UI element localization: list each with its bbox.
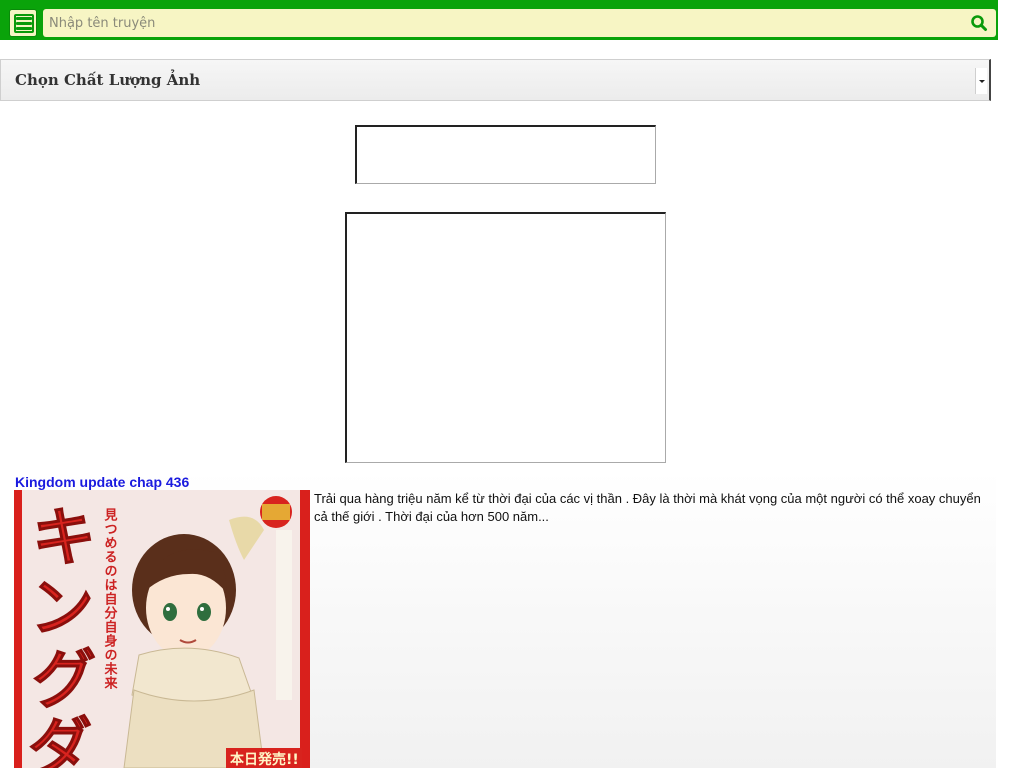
ad-placeholder-small bbox=[355, 125, 656, 184]
menu-button[interactable] bbox=[9, 9, 37, 37]
search-input[interactable] bbox=[43, 9, 963, 37]
cover-title-glyph: グ bbox=[32, 644, 96, 718]
story-cover-image[interactable]: キ ン グ ダ 見つめるのは自分自身の未来 本日発売!! bbox=[14, 490, 310, 768]
top-search-bar bbox=[0, 0, 998, 40]
cover-title-glyph: ン bbox=[30, 572, 94, 646]
story-title-link[interactable]: Kingdom update chap 436 bbox=[15, 474, 189, 490]
story-description: Trải qua hàng triệu năm kể từ thời đại c… bbox=[314, 491, 981, 524]
search-box bbox=[43, 9, 996, 37]
cover-tagline: 見つめるのは自分自身の未来 bbox=[102, 508, 119, 690]
search-icon[interactable] bbox=[970, 14, 988, 32]
image-quality-selected: Chọn Chất Lượng Ảnh bbox=[15, 71, 201, 89]
cover-banner: 本日発売!! bbox=[230, 751, 299, 768]
cover-title-glyph: ダ bbox=[28, 712, 92, 768]
story-item: Kingdom update chap 436 キ ン グ ダ 見つめるのは自分… bbox=[14, 470, 996, 768]
cover-title-glyph: キ bbox=[32, 502, 96, 576]
ad-placeholder-large bbox=[345, 212, 666, 463]
chevron-down-icon bbox=[975, 68, 987, 94]
image-quality-select[interactable]: Chọn Chất Lượng Ảnh bbox=[0, 59, 991, 101]
